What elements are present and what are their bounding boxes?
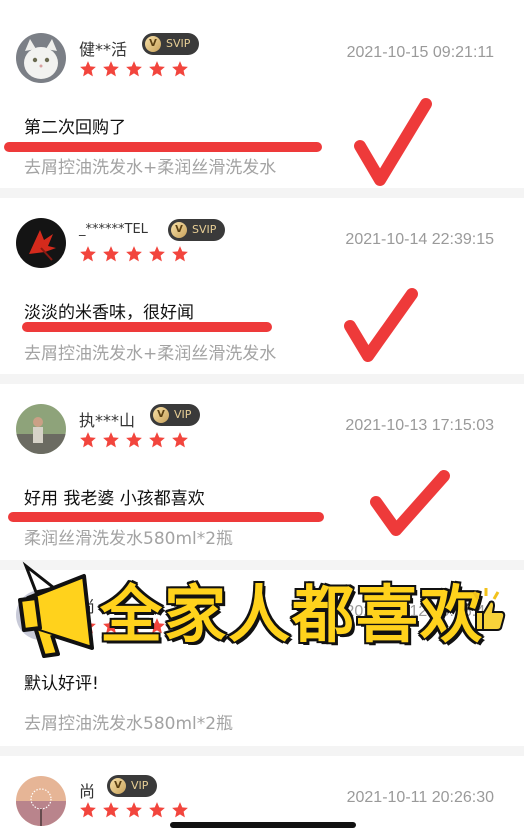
- check-mark-icon: [354, 98, 432, 186]
- review-card: 健**活 V SVIP 2021-10-15 09:21:11 第二次回购了 去屑…: [0, 0, 524, 190]
- star-rating: [79, 245, 189, 263]
- underline-annotation: [22, 322, 272, 332]
- promo-banner: 全家人都喜欢: [18, 560, 508, 660]
- star-icon: [103, 246, 119, 262]
- vip-badge: V VIP: [150, 404, 201, 426]
- review-card: 执***山 V VIP 2021-10-13 17:15:03 好用 我老婆 小孩…: [0, 384, 524, 562]
- username: 健**活: [79, 40, 128, 59]
- vip-badge: V VIP: [107, 775, 158, 797]
- star-icon: [103, 802, 119, 818]
- star-rating: [79, 801, 189, 819]
- dandelion-avatar-image: [16, 776, 66, 826]
- avatar[interactable]: [16, 218, 66, 268]
- megaphone-icon: [18, 561, 94, 658]
- star-icon: [126, 432, 142, 448]
- check-mark-icon: [370, 470, 450, 536]
- vip-badge-icon: V: [153, 407, 169, 423]
- star-icon: [126, 246, 142, 262]
- star-icon: [149, 802, 165, 818]
- product-variant: 去屑控油洗发水+柔润丝滑洗发水: [24, 158, 277, 178]
- star-icon: [172, 61, 188, 77]
- star-icon: [103, 432, 119, 448]
- star-icon: [80, 61, 96, 77]
- underline-annotation: [4, 142, 322, 152]
- svip-badge: V SVIP: [168, 219, 226, 241]
- star-icon: [80, 802, 96, 818]
- product-variant: 去屑控油洗发水+柔润丝滑洗发水: [24, 344, 277, 364]
- username: 执***山: [79, 411, 136, 430]
- cat-avatar-image: [16, 33, 66, 83]
- star-rating: [79, 60, 189, 78]
- divider: [0, 374, 524, 384]
- star-icon: [172, 432, 188, 448]
- review-date: 2021-10-11 20:26:30: [346, 789, 494, 806]
- product-variant: 柔润丝滑洗发水580ml*2瓶: [24, 529, 234, 549]
- username: _******TEL: [79, 222, 148, 237]
- review-date: 2021-10-14 22:39:15: [345, 231, 494, 248]
- review-date: 2021-10-15 09:21:11: [346, 44, 494, 61]
- star-icon: [126, 61, 142, 77]
- review-text: 好用 我老婆 小孩都喜欢: [24, 489, 205, 509]
- divider: [0, 188, 524, 198]
- svip-badge: V SVIP: [142, 33, 200, 55]
- star-icon: [80, 432, 96, 448]
- avatar[interactable]: [16, 404, 66, 454]
- star-icon: [103, 61, 119, 77]
- divider: [0, 746, 524, 756]
- home-indicator[interactable]: [170, 822, 356, 828]
- vip-badge-icon: V: [171, 222, 187, 238]
- review-text: 第二次回购了: [24, 118, 126, 138]
- username: 尚: [79, 782, 96, 801]
- check-mark-icon: [344, 288, 418, 362]
- star-icon: [172, 802, 188, 818]
- star-icon: [149, 246, 165, 262]
- star-rating: [79, 431, 189, 449]
- vip-badge-icon: V: [145, 36, 161, 52]
- review-card: _******TEL V SVIP 2021-10-14 22:39:15 淡淡的…: [0, 198, 524, 376]
- star-icon: [172, 246, 188, 262]
- review-text: 默认好评!: [24, 674, 99, 694]
- underline-annotation: [8, 512, 324, 522]
- review-date: 2021-10-13 17:15:03: [345, 417, 494, 434]
- review-text: 淡淡的米香味，很好闻: [24, 303, 194, 323]
- leaf-avatar-image: [16, 218, 66, 268]
- vip-badge-icon: V: [110, 778, 126, 794]
- product-variant: 去屑控油洗发水580ml*2瓶: [24, 714, 234, 734]
- avatar[interactable]: [16, 33, 66, 83]
- star-icon: [126, 802, 142, 818]
- star-icon: [149, 61, 165, 77]
- avatar[interactable]: [16, 776, 66, 826]
- star-icon: [80, 246, 96, 262]
- star-icon: [149, 432, 165, 448]
- thumbs-up-icon: [472, 588, 506, 631]
- banner-headline: 全家人都喜欢: [98, 577, 485, 653]
- person-avatar-image: [16, 404, 66, 454]
